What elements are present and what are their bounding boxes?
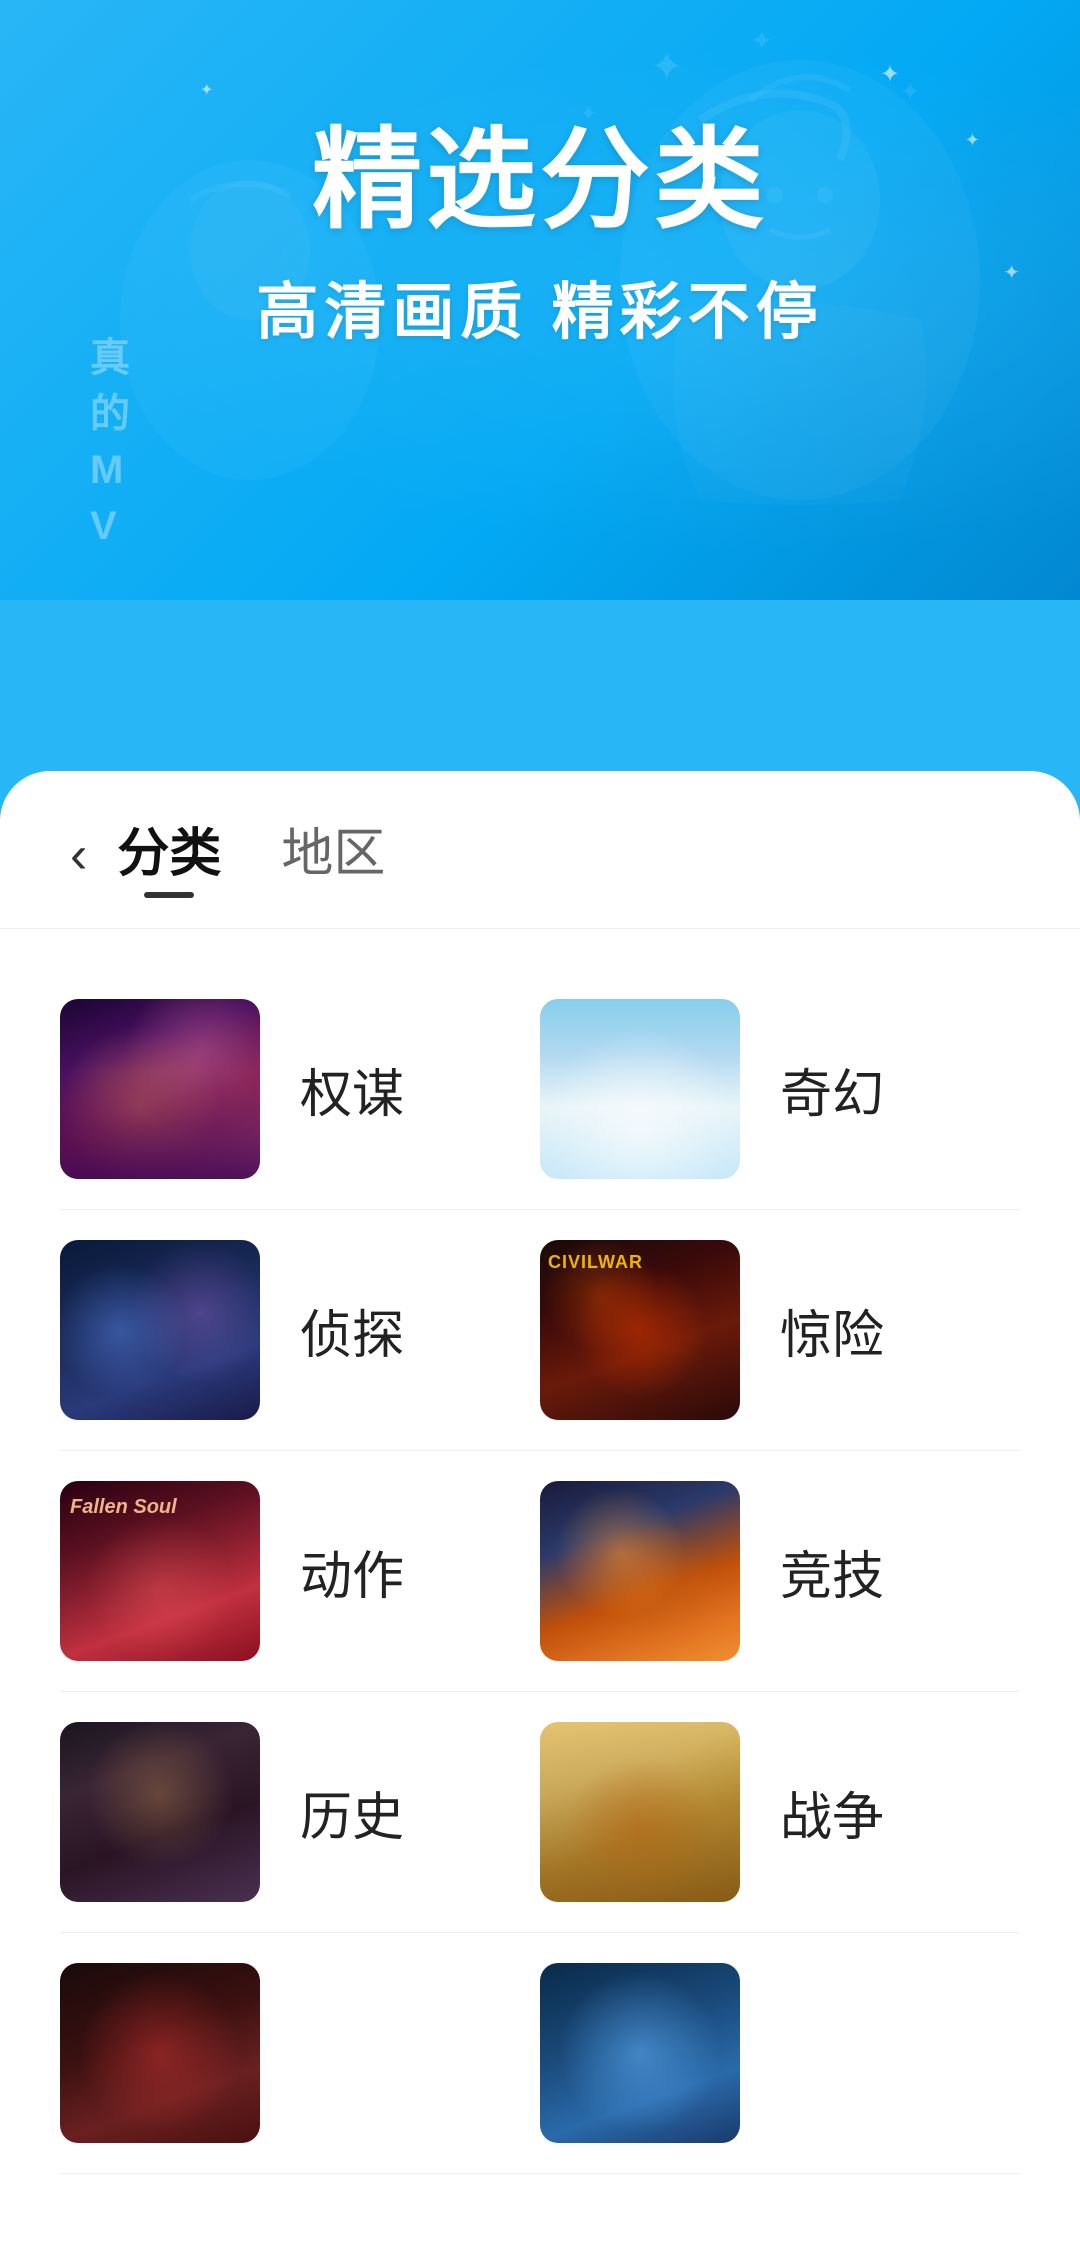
category-thumb-zhanzheng (540, 1722, 740, 1902)
category-label-dongzuo: 动作 (300, 1534, 404, 1609)
card-panel: ‹ 分类 地区 权谋 奇幻 侦探 惊险 (0, 771, 1080, 2254)
category-label-lishi: 历史 (300, 1775, 404, 1850)
category-item-dongzuo[interactable]: 动作 (60, 1481, 540, 1661)
category-label-zhentan: 侦探 (300, 1293, 404, 1368)
category-item-zhanzheng[interactable]: 战争 (540, 1722, 1020, 1902)
category-item-lishi[interactable]: 历史 (60, 1722, 540, 1902)
hero-subtitle: 高清画质 精彩不停 (60, 261, 1020, 351)
category-label-quanmou: 权谋 (300, 1052, 404, 1127)
category-thumb-bottom-right (540, 1963, 740, 2143)
category-thumb-quanmou (60, 999, 260, 1179)
back-button[interactable]: ‹ (60, 819, 97, 891)
category-row-2: 侦探 惊险 (60, 1210, 1020, 1451)
tab-divider (0, 928, 1080, 929)
category-item-jingxian[interactable]: 惊险 (540, 1240, 1020, 1420)
tab-list: 分类 地区 (117, 811, 385, 898)
category-grid: 权谋 奇幻 侦探 惊险 动作 (0, 949, 1080, 2194)
category-label-zhanzheng: 战争 (780, 1775, 884, 1850)
category-row-3: 动作 竞技 (60, 1451, 1020, 1692)
category-thumb-lishi (60, 1722, 260, 1902)
hero-section: 精选分类 高清画质 精彩不停 (0, 0, 1080, 391)
category-row-4: 历史 战争 (60, 1692, 1020, 1933)
category-thumb-jingji (540, 1481, 740, 1661)
category-item-zhentan[interactable]: 侦探 (60, 1240, 540, 1420)
category-label-jingji: 竞技 (780, 1534, 884, 1609)
category-label-jingxian: 惊险 (780, 1293, 884, 1368)
tab-header: ‹ 分类 地区 (0, 771, 1080, 908)
tab-region[interactable]: 地区 (281, 811, 385, 898)
hero-title: 精选分类 (60, 120, 1020, 241)
category-label-qihuan: 奇幻 (780, 1052, 884, 1127)
category-item-bottom-left[interactable] (60, 1963, 540, 2143)
category-thumb-qihuan (540, 999, 740, 1179)
category-row-1: 权谋 奇幻 (60, 969, 1020, 1210)
category-item-qihuan[interactable]: 奇幻 (540, 999, 1020, 1179)
category-thumb-bottom-left (60, 1963, 260, 2143)
category-item-jingji[interactable]: 竞技 (540, 1481, 1020, 1661)
category-row-5 (60, 1933, 1020, 2174)
category-item-quanmou[interactable]: 权谋 (60, 999, 540, 1179)
category-item-bottom-right[interactable] (540, 1963, 1020, 2143)
category-thumb-jingxian (540, 1240, 740, 1420)
category-thumb-dongzuo (60, 1481, 260, 1661)
tab-category[interactable]: 分类 (117, 811, 221, 898)
category-thumb-zhentan (60, 1240, 260, 1420)
